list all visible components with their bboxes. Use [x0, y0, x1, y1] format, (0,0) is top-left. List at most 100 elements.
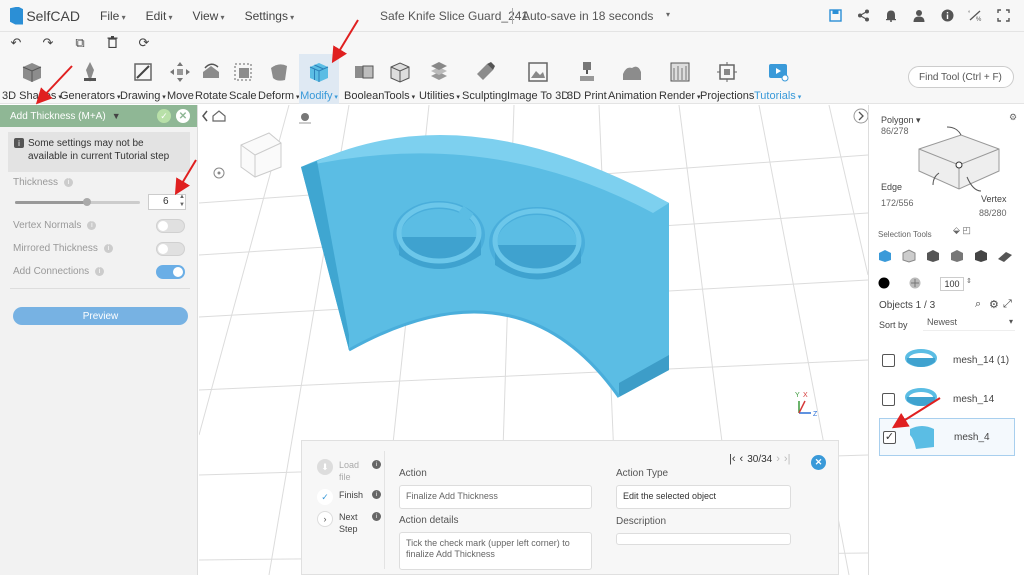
opacity-input[interactable]: 100	[940, 277, 964, 291]
home-icon[interactable]	[212, 110, 226, 122]
undo-icon[interactable]: ↶	[8, 35, 24, 51]
tool-deform[interactable]: Deform	[258, 54, 300, 104]
search-icon[interactable]: ⌕	[975, 298, 981, 311]
chevron-down-icon[interactable]: ▾	[666, 10, 670, 19]
step-load-file[interactable]: ⬇ Load file i	[317, 459, 381, 483]
fullscreen-icon[interactable]	[996, 7, 1010, 23]
add-connections-toggle[interactable]	[156, 265, 185, 279]
next-step-icon[interactable]: ›	[776, 453, 780, 465]
tool-tools[interactable]: Tools	[384, 54, 415, 104]
tool-render[interactable]: Render	[659, 54, 701, 104]
tool-utilities[interactable]: Utilities	[419, 54, 460, 104]
view-cube[interactable]	[240, 132, 282, 178]
tool-projections[interactable]: Projections	[700, 54, 754, 104]
select-solid-icon[interactable]	[973, 249, 989, 263]
stepper-arrows-icon[interactable]: ▲ ▼	[179, 193, 185, 209]
close-tutorial-button[interactable]: ✕	[811, 455, 826, 470]
save-icon[interactable]	[828, 7, 842, 23]
info-icon[interactable]	[940, 7, 954, 23]
tool-modify[interactable]: Modify	[299, 54, 339, 104]
copy-icon[interactable]: ⧉	[72, 35, 88, 51]
settings-gear-icon[interactable]: ⚙	[1009, 112, 1017, 123]
document-title[interactable]: Safe Knife Slice Guard_241	[380, 9, 528, 23]
selection-mode-cube[interactable]	[909, 121, 1005, 201]
user-icon[interactable]	[912, 7, 926, 23]
info-icon[interactable]: i	[103, 244, 113, 253]
tool-drawing[interactable]: Drawing	[120, 54, 166, 104]
tool-label: Rotate	[195, 90, 228, 102]
object-checkbox[interactable]	[882, 392, 895, 406]
info-icon[interactable]: i	[95, 267, 105, 276]
step-next[interactable]: › Next Step i	[317, 511, 381, 535]
tool-label: Drawing	[120, 90, 166, 102]
stepper-arrows-icon[interactable]: ⇕	[966, 277, 972, 285]
step-finish[interactable]: ✓ Finish i	[317, 489, 381, 505]
prev-step-icon[interactable]: ‹	[740, 453, 744, 465]
share-icon[interactable]	[856, 7, 870, 23]
trash-icon[interactable]	[104, 35, 120, 51]
info-icon[interactable]: i	[372, 512, 381, 521]
vertex-normals-toggle[interactable]	[156, 219, 185, 233]
tool-boolean[interactable]: Boolean	[344, 54, 384, 104]
select-grid-icon[interactable]	[925, 249, 941, 263]
info-icon[interactable]: i	[372, 490, 381, 499]
tool-animation[interactable]: Animation	[608, 54, 657, 104]
menu-view[interactable]: View	[193, 9, 225, 23]
selfcad-logo[interactable]: SelfCAD	[10, 6, 80, 25]
select-cube-icon[interactable]	[877, 249, 893, 263]
tool-sculpting[interactable]: Sculpting	[462, 54, 507, 104]
polygon-count: 86/278	[881, 126, 909, 136]
reset-icon[interactable]: ⟳	[136, 35, 152, 51]
tool-3d-print[interactable]: 3D Print	[567, 54, 607, 104]
selection-extra-icons[interactable]: ⬙ ◰	[953, 225, 971, 236]
object-checkbox[interactable]	[882, 353, 895, 367]
info-icon[interactable]: i	[87, 221, 97, 230]
object-row-mesh-4[interactable]: ✓ mesh_4	[879, 418, 1015, 456]
bell-icon[interactable]	[884, 7, 898, 23]
collapse-right-icon[interactable]	[853, 108, 868, 124]
tool-image-to-3d[interactable]: Image To 3D	[507, 54, 569, 104]
info-icon[interactable]: i	[64, 178, 74, 187]
menu-bar: SelfCAD File Edit View Settings Safe Kni…	[0, 0, 1024, 32]
view-compass-icon[interactable]	[213, 167, 225, 179]
sort-select[interactable]: Newest	[923, 317, 1015, 331]
object-checkbox[interactable]: ✓	[883, 430, 896, 444]
tool-tutorials[interactable]: Tutorials	[754, 54, 801, 104]
collapse-left-icon[interactable]	[202, 110, 208, 122]
tool-generators[interactable]: Generators	[60, 54, 121, 104]
texture-swatch-icon[interactable]	[909, 277, 921, 289]
camera-icon[interactable]	[299, 113, 311, 124]
last-step-icon[interactable]: ›|	[784, 453, 791, 465]
object-row-mesh-14[interactable]: mesh_14	[879, 382, 1015, 416]
mirrored-thickness-toggle[interactable]	[156, 242, 185, 256]
menu-file[interactable]: File	[100, 9, 126, 23]
tool-scale[interactable]: Scale	[229, 54, 257, 104]
redo-icon[interactable]: ↷	[40, 35, 56, 51]
confirm-check-button[interactable]: ✓	[157, 109, 171, 123]
slider-handle[interactable]	[83, 198, 91, 206]
thickness-slider[interactable]	[15, 201, 140, 204]
tool-3d-shapes[interactable]: 3D Shapes	[2, 54, 62, 104]
preview-button[interactable]: Preview	[13, 307, 188, 325]
menu-edit[interactable]: Edit	[146, 9, 173, 23]
tool-label: Scale	[229, 90, 257, 102]
select-wire-icon[interactable]	[901, 249, 917, 263]
close-panel-button[interactable]: ✕	[176, 109, 190, 123]
object-row-mesh-14-1[interactable]: mesh_14 (1)	[879, 343, 1015, 377]
tool-rotate[interactable]: Rotate	[195, 54, 227, 104]
select-plane-icon[interactable]	[997, 249, 1013, 263]
info-icon[interactable]: i	[372, 460, 381, 469]
color-swatch-icon[interactable]	[878, 277, 890, 289]
find-tool-input[interactable]: Find Tool (Ctrl + F)	[908, 66, 1014, 88]
tool-move[interactable]: Move	[167, 54, 194, 104]
title-divider	[512, 8, 513, 24]
units-icon[interactable]: °%	[968, 7, 982, 23]
mesh-4-object[interactable]	[301, 135, 669, 398]
menu-settings[interactable]: Settings	[245, 9, 295, 23]
chevron-down-icon[interactable]: ▼	[112, 111, 121, 121]
objects-gear-icon[interactable]: ⚙	[989, 298, 999, 311]
expand-icon[interactable]: ⤢	[1003, 298, 1012, 311]
select-face-icon[interactable]	[949, 249, 965, 263]
autosave-status[interactable]: Auto-save in 18 seconds	[522, 9, 653, 23]
first-step-icon[interactable]: |‹	[729, 453, 736, 465]
